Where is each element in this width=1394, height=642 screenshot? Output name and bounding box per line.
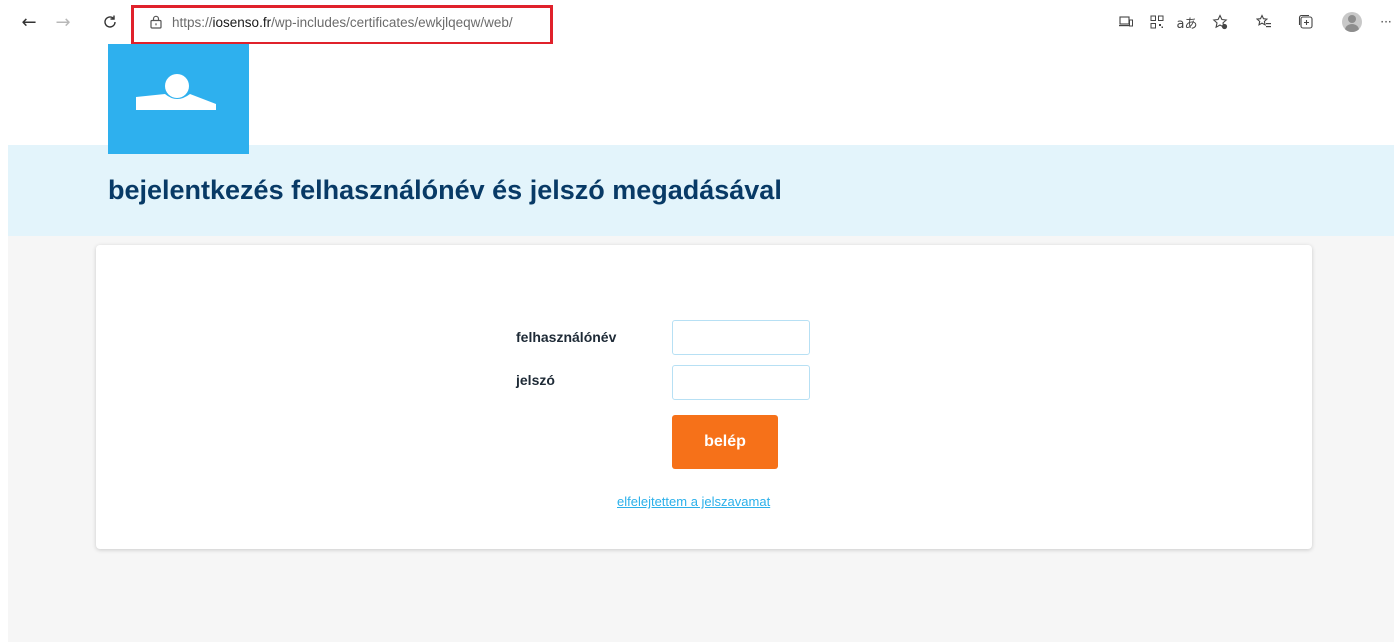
- browser-toolbar: ← → https://iosenso.fr/wp-includes/certi…: [0, 0, 1394, 45]
- username-input[interactable]: [672, 320, 810, 355]
- url-text[interactable]: https://iosenso.fr/wp-includes/certifica…: [172, 15, 513, 30]
- person-resting-icon: [136, 74, 216, 110]
- profile-avatar-icon[interactable]: [1342, 12, 1362, 32]
- back-arrow-icon[interactable]: ←: [16, 9, 42, 35]
- read-aloud-icon[interactable]: aあ: [1175, 10, 1199, 34]
- url-path: /wp-includes/certificates/ewkjlqeqw/web/: [271, 15, 513, 30]
- site-logo[interactable]: [108, 44, 249, 154]
- password-label: jelszó: [516, 372, 555, 388]
- password-input[interactable]: [672, 365, 810, 400]
- more-icon[interactable]: ···: [1374, 10, 1394, 34]
- refresh-icon[interactable]: [97, 9, 123, 35]
- qr-code-icon[interactable]: [1145, 10, 1169, 34]
- url-host: iosenso.fr: [212, 15, 272, 30]
- lock-icon[interactable]: [150, 15, 162, 29]
- login-button[interactable]: belép: [672, 415, 778, 469]
- page-body: bejelentkezés felhasználónév és jelszó m…: [8, 44, 1394, 642]
- page-title: bejelentkezés felhasználónév és jelszó m…: [108, 175, 782, 205]
- url-scheme: https://: [172, 15, 213, 30]
- collections-icon[interactable]: [1294, 10, 1318, 34]
- forward-arrow-icon[interactable]: →: [50, 9, 76, 35]
- app-available-icon[interactable]: [1114, 10, 1138, 34]
- forgot-password-link[interactable]: elfelejtettem a jelszavamat: [617, 494, 770, 509]
- username-label: felhasználónév: [516, 329, 617, 345]
- add-favorite-icon[interactable]: [1208, 10, 1232, 34]
- favorites-icon[interactable]: [1252, 10, 1276, 34]
- login-card: felhasználónév jelszó belép elfelejtette…: [96, 245, 1312, 549]
